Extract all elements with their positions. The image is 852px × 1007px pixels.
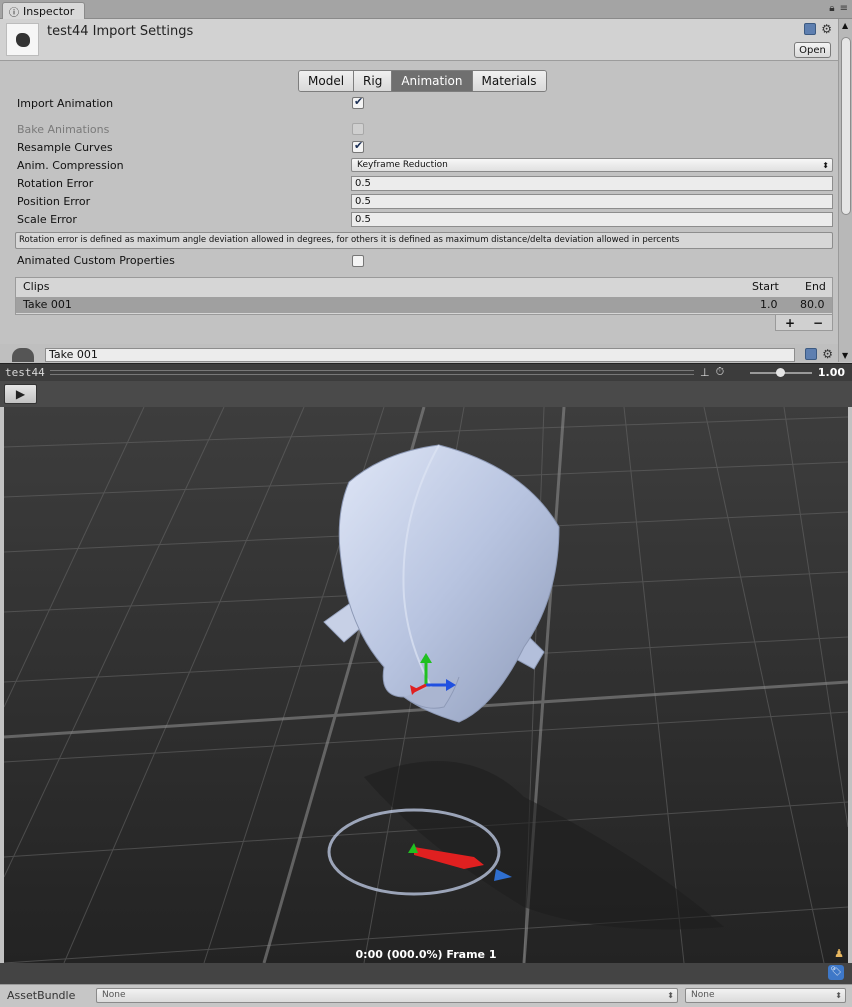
speed-slider-knob[interactable] (776, 368, 785, 377)
info-icon: ⓘ (9, 7, 19, 19)
preview-scene (4, 407, 848, 963)
remove-clip-button[interactable]: − (813, 316, 823, 330)
animated-custom-properties-checkbox[interactable] (352, 255, 364, 267)
inspector-header: test44 Import Settings ⚙ Open (0, 19, 838, 61)
clip-editor-header: Take 001 ⚙ (0, 344, 838, 364)
position-error-field[interactable]: 0.5 (351, 194, 833, 209)
clips-header-start: Start (752, 280, 779, 293)
tab-model[interactable]: Model (299, 71, 355, 91)
animation-settings-panel: Model Rig Animation Materials Import Ani… (0, 62, 838, 364)
pivot-icon[interactable]: ⊥ (700, 366, 710, 379)
help-book-icon[interactable] (805, 348, 818, 360)
list-item[interactable]: Take 001 1.0 80.0 (16, 297, 832, 313)
preview-header: test44 ⊥ ⏱ 1.00 (0, 363, 852, 381)
asset-thumbnail (6, 23, 39, 56)
scroll-down-icon[interactable]: ▼ (842, 351, 848, 360)
header-icons: ⚙ (804, 23, 832, 35)
speed-icon[interactable]: ⏱ (716, 365, 725, 379)
scale-error-field[interactable]: 0.5 (351, 212, 833, 227)
tab-rig[interactable]: Rig (354, 71, 393, 91)
page-title: test44 Import Settings (47, 24, 194, 39)
import-tabs: Model Rig Animation Materials (298, 70, 547, 92)
position-error-label: Position Error (17, 195, 91, 208)
speed-value: 1.00 (817, 366, 845, 379)
rotation-error-field[interactable]: 0.5 (351, 176, 833, 191)
clip-end: 80.0 (800, 298, 825, 311)
clips-header-name: Clips (23, 280, 50, 293)
tab-animation[interactable]: Animation (392, 71, 473, 91)
tab-menu-icon[interactable]: ≡ (840, 3, 848, 14)
asset-bundle-bar: AssetBundle None None (0, 984, 852, 1007)
play-icon: ▶ (15, 387, 26, 401)
help-box: Rotation error is defined as maximum ang… (15, 232, 833, 249)
asset-bundle-label: AssetBundle (7, 989, 76, 1002)
avatar-icon[interactable]: ♟ (834, 947, 844, 960)
clips-list: Clips Start End Take 001 1.0 80.0 (15, 277, 833, 315)
import-animation-label: Import Animation (17, 97, 114, 110)
tab-inspector[interactable]: ⓘ Inspector (2, 2, 86, 19)
clip-start: 1.0 (760, 298, 778, 311)
anim-compression-dropdown[interactable]: Keyframe Reduction (351, 158, 833, 172)
window-tab-bar: ⓘ Inspector 🔒︎ ≡ (0, 0, 852, 19)
scale-error-label: Scale Error (17, 213, 77, 226)
clip-name-field[interactable]: Take 001 (45, 348, 795, 362)
asset-bundle-variant-dropdown[interactable]: None (685, 988, 846, 1003)
gear-icon[interactable]: ⚙ (822, 348, 833, 360)
label-tag-icon[interactable]: 🏷︎ (828, 965, 844, 980)
bake-animations-label: Bake Animations (17, 123, 110, 136)
clips-header-end: End (805, 280, 826, 293)
scroll-up-icon[interactable]: ▲ (842, 21, 848, 30)
model-icon (15, 32, 30, 47)
frame-info: 0:00 (000.0%) Frame 1 (355, 948, 497, 961)
gear-icon[interactable]: ⚙ (821, 23, 832, 35)
asset-bundle-dropdown[interactable]: None (96, 988, 678, 1003)
animated-custom-properties-label: Animated Custom Properties (17, 254, 175, 267)
tab-bar-controls: 🔒︎ ≡ (829, 3, 848, 14)
preview-tools: ⊥ ⏱ (700, 365, 724, 379)
help-book-icon[interactable] (804, 23, 817, 35)
resample-curves-checkbox[interactable] (352, 139, 364, 153)
preview-toolbar: ▶ (0, 381, 852, 407)
resample-curves-label: Resample Curves (17, 141, 113, 154)
open-button[interactable]: Open (794, 42, 831, 58)
add-clip-button[interactable]: + (785, 316, 795, 330)
preview-viewport[interactable]: 0:00 (000.0%) Frame 1 ♟ (4, 407, 848, 963)
rotation-error-label: Rotation Error (17, 177, 94, 190)
scrollbar-thumb[interactable] (841, 37, 851, 215)
play-button[interactable]: ▶ (4, 384, 37, 404)
clips-header: Clips Start End (16, 278, 832, 296)
preview-drag-handle[interactable] (50, 370, 694, 375)
inspector-scrollbar[interactable]: ▲ ▼ (838, 19, 852, 362)
bake-animations-checkbox (352, 123, 364, 135)
animation-clip-icon (12, 348, 34, 362)
tab-materials[interactable]: Materials (472, 71, 546, 91)
clip-name: Take 001 (23, 298, 72, 311)
clip-add-remove: + − (775, 315, 833, 331)
preview-title: test44 (5, 366, 45, 379)
preview-footer: 🏷︎ (0, 963, 852, 984)
clip-editor-icons: ⚙ (805, 348, 833, 360)
tab-inspector-label: Inspector (23, 4, 75, 18)
anim-compression-label: Anim. Compression (17, 159, 124, 172)
import-animation-checkbox[interactable] (352, 95, 364, 109)
lock-icon[interactable]: 🔒︎ (829, 3, 834, 14)
